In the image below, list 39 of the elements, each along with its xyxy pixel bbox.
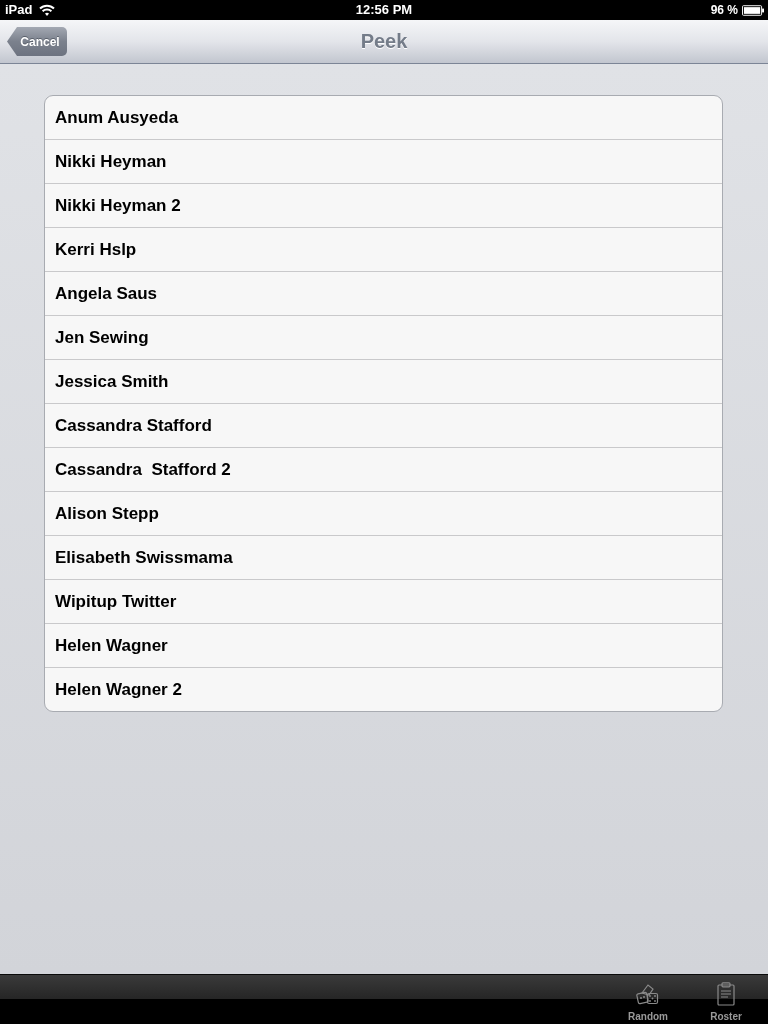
list-row[interactable]: Helen Wagner xyxy=(45,624,722,668)
clock-time: 12:56 PM xyxy=(355,2,413,18)
random-button[interactable]: Random xyxy=(619,976,677,1024)
list-row[interactable]: Kerri Hslp xyxy=(45,228,722,272)
person-name: Jessica Smith xyxy=(55,371,169,392)
clipboard-icon xyxy=(717,982,735,1006)
list-row[interactable]: Anum Ausyeda xyxy=(45,96,722,140)
person-name: Anum Ausyeda xyxy=(55,107,179,128)
person-name: Elisabeth Swissmama xyxy=(55,547,233,568)
list-row[interactable]: Cassandra Stafford 2 xyxy=(45,448,722,492)
person-name: Helen Wagner xyxy=(55,635,168,656)
nav-title: Peek xyxy=(360,30,408,53)
battery-percentage: 96 % xyxy=(710,2,738,18)
person-name: Jen Sewing xyxy=(55,327,149,348)
list-row[interactable]: Cassandra Stafford xyxy=(45,404,722,448)
person-name: Cassandra Stafford 2 xyxy=(55,459,231,480)
person-name: Kerri Hslp xyxy=(55,239,137,260)
list-row[interactable]: Jessica Smith xyxy=(45,360,722,404)
list-row[interactable]: Elisabeth Swissmama xyxy=(45,536,722,580)
wifi-icon xyxy=(39,4,56,16)
person-name: Helen Wagner 2 xyxy=(55,679,182,700)
list-row[interactable]: Wipitup Twitter xyxy=(45,580,722,624)
list-row[interactable]: Nikki Heyman xyxy=(45,140,722,184)
person-name: Wipitup Twitter xyxy=(55,591,177,612)
person-name: Nikki Heyman 2 xyxy=(55,195,181,216)
person-name: Angela Saus xyxy=(55,283,158,304)
person-name: Nikki Heyman xyxy=(55,151,167,172)
list-row[interactable]: Jen Sewing xyxy=(45,316,722,360)
list-row[interactable]: Angela Saus xyxy=(45,272,722,316)
person-name: Cassandra Stafford xyxy=(55,415,212,436)
list-row[interactable]: Helen Wagner 2 xyxy=(45,668,722,711)
person-name: Alison Stepp xyxy=(55,503,159,524)
cancel-button[interactable]: Cancel xyxy=(7,27,67,56)
roster-button[interactable]: Roster xyxy=(697,976,755,1024)
battery-icon xyxy=(742,4,764,16)
device-name: iPad xyxy=(5,2,33,18)
dice-icon xyxy=(636,984,660,1006)
list-row[interactable]: Alison Stepp xyxy=(45,492,722,536)
list-row[interactable]: Nikki Heyman 2 xyxy=(45,184,722,228)
